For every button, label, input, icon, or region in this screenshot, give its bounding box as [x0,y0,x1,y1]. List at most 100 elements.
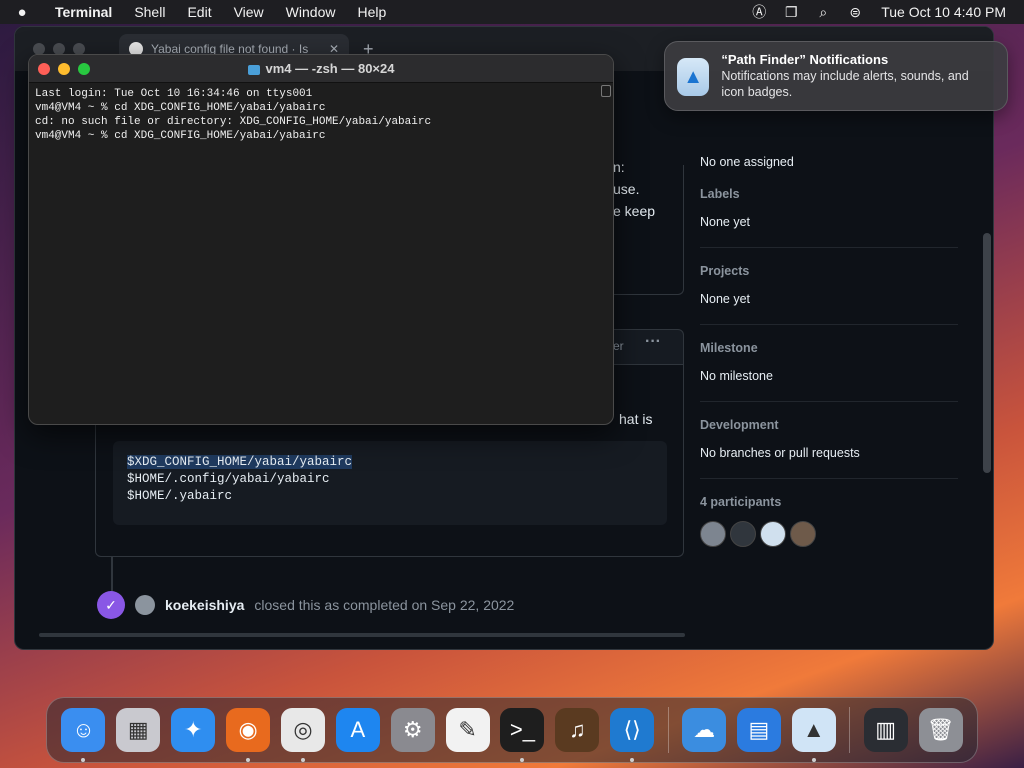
dock-item[interactable]: A [330,703,385,758]
dock-item[interactable]: 🗑 [913,703,968,758]
path-finder-status-icon[interactable]: Ⓐ [743,2,775,22]
dock-item[interactable]: ▥ [858,703,913,758]
menu-edit[interactable]: Edit [176,0,222,24]
terminal-line: Last login: Tue Oct 10 16:34:46 on ttys0… [35,88,313,100]
sidebar-heading[interactable]: Projects [700,264,958,278]
dock-separator [667,707,669,753]
running-indicator [300,757,305,762]
minimized-window-icon: ▥ [863,708,908,752]
spotlight-search-icon[interactable]: ⌕ [807,4,839,21]
avatar[interactable] [760,521,786,547]
notification-title: “Path Finder” Notifications [721,52,889,67]
sidebar-value: None yet [700,215,751,229]
menu-bar-clock[interactable]: Tue Oct 10 4:40 PM [871,4,1006,20]
terminal-window-controls [38,62,90,75]
sidebar-value: No branches or pull requests [700,446,860,460]
window-switcher-icon[interactable]: ❐ [775,4,807,21]
menu-bar-status: Ⓐ ❐ ⌕ ⊜ Tue Oct 10 4:40 PM [743,2,1024,22]
avatar[interactable] [700,521,726,547]
terminal-close-button[interactable] [38,62,50,75]
event-username[interactable]: koekeishiya [165,597,244,613]
sidebar-heading[interactable]: Milestone [700,341,958,355]
folder-icon [247,64,260,75]
horizontal-scrollbar[interactable] [39,633,685,637]
vscode-icon: ⟨⟩ [610,708,655,752]
terminal-scroll-indicator[interactable] [601,85,611,97]
running-indicator [81,757,86,762]
sidebar-labels: Labels None yet [700,171,958,248]
dock-item[interactable]: ▤ [732,703,787,758]
dock-item[interactable]: ▦ [111,703,166,758]
participants-heading: 4 participants [700,495,782,509]
vertical-scrollbar[interactable] [983,233,991,473]
event-description: closed this as completed on Sep 22, 2022 [254,597,515,613]
comment-text-fragment: use. [613,181,640,197]
finder-icon: ☺ [61,708,106,752]
notification-content: “Path Finder” Notifications Notification… [721,52,995,100]
menu-shell[interactable]: Shell [123,0,176,24]
control-center-icon[interactable]: ⊜ [839,4,871,21]
participant-avatars [700,521,958,547]
safari-icon: ✦ [171,708,216,752]
menu-help[interactable]: Help [346,0,397,24]
terminal-line: vm4@VM4 ~ % cd XDG_CONFIG_HOME/yabai/yab… [35,130,326,142]
sidebar-value: None yet [700,292,751,306]
dock-item[interactable]: ✎ [440,703,495,758]
code-line: $XDG_CONFIG_HOME/yabai/yabairc [127,455,353,469]
dock-item[interactable]: ◎ [276,703,331,762]
avatar[interactable] [730,521,756,547]
path-finder-icon: ▲ [791,708,836,752]
apple-menu-icon[interactable]: ● [0,4,44,21]
code-line: $HOME/.yabairc [127,489,233,503]
system-settings-icon: ⚙ [390,708,435,752]
dock-separator [849,707,851,753]
dock-item[interactable]: ▲ [786,703,841,762]
dock-item[interactable]: ☁ [677,703,732,758]
avatar[interactable] [790,521,816,547]
path-finder-icon: ▲ [677,58,710,96]
issue-sidebar: Labels None yet Projects None yet Milest… [700,171,958,547]
code-block: $XDG_CONFIG_HOME/yabai/yabairc $HOME/.co… [113,441,667,525]
terminal-zoom-button[interactable] [78,62,90,75]
menu-window[interactable]: Window [275,0,347,24]
chrome-icon: ◎ [280,708,325,752]
running-indicator [246,757,251,762]
terminal-icon: >_ [500,708,545,752]
firefox-icon: ◉ [226,708,271,752]
terminal-line: cd: no such file or directory: XDG_CONFI… [35,116,432,128]
terminal-title: vm4 — -zsh — 80×24 [29,61,613,76]
files-icon: ▤ [736,708,781,752]
launchpad-icon: ▦ [116,708,161,752]
terminal-output[interactable]: Last login: Tue Oct 10 16:34:46 on ttys0… [29,83,613,147]
dock-item[interactable]: ◉ [221,703,276,762]
comment-role-badge: er [613,339,624,353]
sidebar-heading[interactable]: Labels [700,187,958,201]
dock-item[interactable]: ⟨⟩ [605,703,660,762]
sidebar-projects: Projects None yet [700,248,958,325]
notification-banner[interactable]: ▲ “Path Finder” Notifications Notificati… [664,41,1008,111]
weather-icon: ☁ [682,708,727,752]
terminal-title-bar[interactable]: vm4 — -zsh — 80×24 [29,55,613,83]
closed-check-icon: ✓ [97,591,125,619]
dock: ☺ ▦ ✦ ◉ ◎ A ⚙ ✎ >_ ♫ ⟨⟩ ☁ ▤ ▲ ▥ 🗑 [46,697,978,763]
dock-item[interactable]: ☺ [56,703,111,762]
sidebar-milestone: Milestone No milestone [700,325,958,402]
menu-view[interactable]: View [223,0,275,24]
trash-icon: 🗑 [918,708,963,752]
garageband-icon: ♫ [555,708,600,752]
avatar[interactable] [135,595,155,615]
app-store-icon: A [335,708,380,752]
code-line: $HOME/.config/yabai/yabairc [127,472,330,486]
comment-more-options-icon[interactable]: ··· [645,333,661,351]
comment-text-fragment: hat is [619,411,653,427]
dock-item[interactable]: ♫ [550,703,605,758]
running-indicator [520,757,525,762]
dock-item[interactable]: ⚙ [385,703,440,758]
dock-item[interactable]: ✦ [166,703,221,758]
dock-item[interactable]: >_ [495,703,550,762]
sidebar-heading[interactable]: Development [700,418,958,432]
menu-app-name[interactable]: Terminal [44,0,123,24]
terminal-minimize-button[interactable] [58,62,70,75]
menu-bar: ● Terminal Shell Edit View Window Help Ⓐ… [0,0,1024,24]
sidebar-development: Development No branches or pull requests [700,402,958,479]
